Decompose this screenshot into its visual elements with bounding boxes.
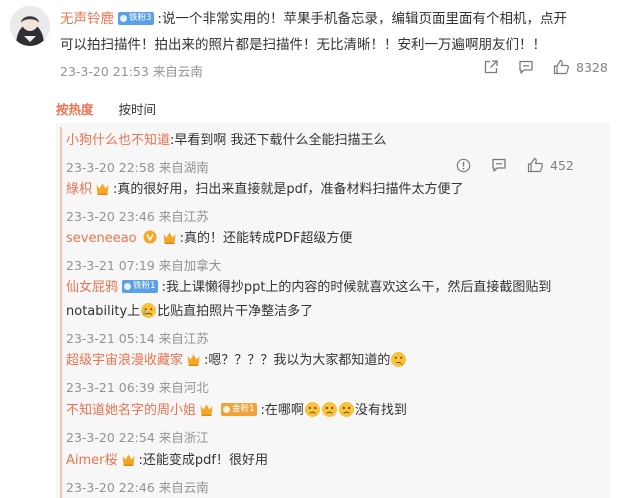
reply-timestamp: 23-3-20 23:46	[66, 209, 155, 224]
reply-text: :我上课懒得抄ppt上的内容的时候就喜欢这么干，然后直接截图贴到	[161, 280, 552, 295]
reply-location: 来自江苏	[158, 331, 209, 346]
avatar[interactable]	[10, 6, 50, 46]
reply-location: 来自江苏	[158, 209, 209, 224]
reply-item: 小狗什么也不知道:早看到啊 我还下载什么全能扫描王么	[66, 131, 387, 151]
reply-meta: 23-3-21 06:39 来自河北	[66, 377, 209, 396]
fan-badge-icon	[223, 406, 231, 413]
share-icon	[484, 60, 498, 74]
reply-location: 来自浙江	[158, 430, 209, 445]
comment-button[interactable]	[518, 59, 534, 75]
reply-item: 仙女屁鸦 铁粉1:我上课懒得抄ppt上的内容的时候就喜欢这么干，然后直接截图贴到	[66, 278, 551, 298]
main-comment-actions: 8328	[483, 59, 608, 75]
sad-emoji-icon	[304, 402, 320, 417]
tab-sort-time[interactable]: 按时间	[119, 102, 157, 117]
reply-text: :嗯？？？？我以为大家都知道的	[204, 353, 391, 368]
crown-icon	[96, 183, 109, 195]
verified-icon	[143, 230, 157, 244]
reply-item-continued: notability上 比贴直拍照片干净整洁多了	[66, 302, 313, 322]
reply-username[interactable]: seveneeao	[66, 231, 137, 246]
report-button[interactable]	[456, 158, 471, 173]
reply-text: :早看到啊 我还下载什么全能扫描王么	[170, 133, 387, 148]
comment-thread: 无声铃鹿 铁粉3:说一个非常实用的！苹果手机备忘录，编辑页面里面有个相机，点开 可…	[0, 0, 622, 498]
reply-like-count: 452	[550, 157, 574, 173]
reply-meta: 23-3-20 22:54 来自浙江	[66, 427, 209, 446]
reply-username[interactable]: 超级宇宙浪漫收藏家	[66, 353, 183, 368]
reply-location: 来自河北	[158, 380, 209, 395]
crown-icon	[163, 232, 176, 244]
tab-sort-hot[interactable]: 按热度	[56, 102, 94, 117]
reply-text: notability上	[66, 304, 141, 319]
reply-location: 来自云南	[158, 480, 209, 495]
reply-timestamp: 23-3-21 07:19	[66, 258, 155, 273]
reply-text: 没有找到	[354, 403, 407, 418]
avatar-image	[10, 6, 50, 46]
reply-like-button[interactable]: 452	[527, 157, 574, 173]
reply-timestamp: 23-3-20 22:46	[66, 480, 155, 495]
main-username[interactable]: 无声铃鹿	[60, 11, 114, 27]
reply-comment-button[interactable]	[491, 157, 507, 173]
thumbs-up-icon	[527, 157, 543, 173]
reply-item: seveneeao :真的！还能转成PDF超级方便	[66, 229, 352, 249]
reply-text: :在哪啊	[260, 403, 304, 418]
reply-timestamp: 23-3-21 05:14	[66, 331, 155, 346]
like-count: 8328	[576, 59, 608, 75]
main-comment-line-1: 无声铃鹿 铁粉3:说一个非常实用的！苹果手机备忘录，编辑页面里面有个相机，点开	[60, 8, 620, 30]
sad-emoji-icon	[321, 402, 337, 417]
reply-username[interactable]: 仙女屁鸦	[66, 280, 118, 295]
main-location: 来自云南	[152, 64, 203, 79]
reply-text: :真的很好用，扫出来直接就是pdf，准备材料扫描件太方便了	[113, 182, 464, 197]
gold-fan-badge[interactable]: 金粉1	[221, 403, 258, 416]
reply-username[interactable]: Aimer桜	[66, 453, 118, 468]
reply-text: 比贴直拍照片干净整洁多了	[157, 304, 314, 319]
crown-icon	[200, 404, 213, 416]
reply-username[interactable]: 不知道她名字的周小姐	[66, 403, 196, 418]
reply-text: :真的！还能转成PDF超级方便	[179, 231, 353, 246]
sad-emoji-icon	[338, 402, 354, 417]
replies-accent-bar	[60, 127, 62, 498]
reply-timestamp: 23-3-20 22:54	[66, 430, 155, 445]
fan-badge-icon	[124, 283, 132, 290]
reply-username[interactable]: 小狗什么也不知道	[66, 133, 170, 148]
crying-emoji-icon	[141, 303, 157, 318]
fan-badge[interactable]: 铁粉3	[118, 12, 155, 25]
reply-username[interactable]: 綠枳	[66, 182, 92, 197]
reply-meta: 23-3-21 05:14 来自江苏	[66, 328, 209, 347]
thumbs-up-icon	[553, 59, 569, 75]
reply-item: 超级宇宙浪漫收藏家 :嗯？？？？我以为大家都知道的	[66, 351, 407, 371]
fan-badge-icon	[120, 15, 127, 22]
reply-meta: 23-3-20 22:58 来自湖南	[66, 157, 209, 176]
crown-icon	[187, 354, 200, 366]
reply-item: Aimer桜 :还能变成pdf！很好用	[66, 451, 268, 471]
comment-icon	[519, 60, 533, 74]
main-comment-text-1: :说一个非常实用的！苹果手机备忘录，编辑页面里面有个相机，点开	[157, 11, 567, 27]
reply-location: 来自湖南	[158, 160, 209, 175]
reply-actions: 452	[456, 157, 574, 173]
sort-tabs: 按热度 按时间	[56, 99, 181, 118]
main-timestamp: 23-3-20 21:53	[60, 64, 149, 79]
reply-meta: 23-3-20 22:46 来自云南	[66, 477, 209, 496]
comment-icon	[492, 158, 506, 172]
reply-item: 綠枳 :真的很好用，扫出来直接就是pdf，准备材料扫描件太方便了	[66, 180, 463, 200]
reply-location: 来自加拿大	[158, 258, 222, 273]
main-comment-text-2: 可以拍扫描件！拍出来的照片都是扫描件！无比清晰！！安利一万遍啊朋友们！！	[60, 37, 546, 53]
like-button[interactable]: 8328	[553, 59, 608, 75]
thinking-emoji-icon	[391, 352, 407, 367]
fan-badge[interactable]: 铁粉1	[122, 280, 159, 293]
share-button[interactable]	[483, 59, 499, 75]
crown-icon	[122, 454, 135, 466]
reply-timestamp: 23-3-21 06:39	[66, 380, 155, 395]
info-icon	[456, 158, 471, 172]
reply-item: 不知道她名字的周小姐 金粉1:在哪啊 没有找到	[66, 401, 407, 421]
reply-meta: 23-3-20 23:46 来自江苏	[66, 206, 209, 225]
main-comment-meta: 23-3-20 21:53 来自云南	[60, 61, 203, 80]
reply-meta: 23-3-21 07:19 来自加拿大	[66, 255, 221, 274]
reply-text: :还能变成pdf！很好用	[138, 453, 268, 468]
reply-timestamp: 23-3-20 22:58	[66, 160, 155, 175]
